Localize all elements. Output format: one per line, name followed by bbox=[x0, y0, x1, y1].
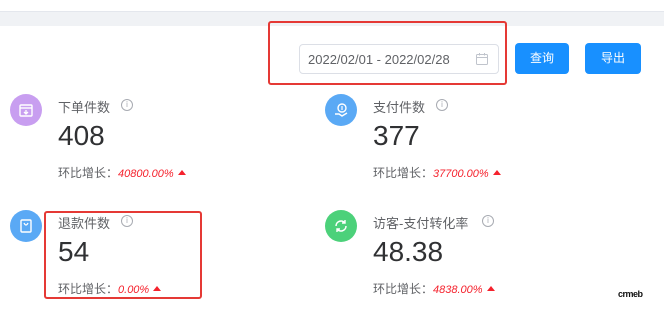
arrow-up-icon bbox=[153, 286, 162, 291]
growth-label: 环比增长： bbox=[58, 166, 119, 180]
stat-label: 退款件数 bbox=[58, 216, 111, 231]
stat-label: 访客-支付转化率 bbox=[373, 216, 469, 231]
order-box-icon bbox=[10, 94, 42, 126]
growth-value: 37700.00% bbox=[433, 168, 489, 180]
date-range-picker[interactable]: 2022/02/01 - 2022/02/28 bbox=[299, 44, 499, 74]
stat-label: 下单件数 bbox=[58, 100, 111, 115]
stat-growth: 环比增长：0.00% bbox=[58, 280, 162, 297]
calendar-icon bbox=[476, 53, 488, 65]
top-bar bbox=[0, 0, 664, 12]
stat-growth: 环比增长：4838.00% bbox=[373, 280, 495, 297]
refresh-cycle-icon bbox=[325, 210, 357, 242]
arrow-up-icon bbox=[177, 170, 186, 175]
arrow-up-icon bbox=[486, 286, 495, 291]
stat-value: 48.38 bbox=[373, 236, 444, 267]
info-icon[interactable]: i bbox=[482, 215, 494, 227]
info-icon[interactable]: i bbox=[121, 99, 133, 111]
info-icon[interactable]: i bbox=[436, 99, 448, 111]
stat-growth: 环比增长：37700.00% bbox=[373, 164, 501, 181]
date-range-text: 2022/02/01 - 2022/02/28 bbox=[308, 52, 450, 67]
growth-label: 环比增长： bbox=[373, 282, 434, 296]
refund-bag-icon bbox=[10, 210, 42, 242]
growth-value: 40800.00% bbox=[118, 168, 174, 180]
stat-value: 408 bbox=[58, 120, 105, 151]
growth-value: 4838.00% bbox=[433, 284, 483, 296]
query-button[interactable]: 查询 bbox=[515, 43, 569, 74]
growth-label: 环比增长： bbox=[58, 282, 119, 296]
growth-value: 0.00% bbox=[118, 284, 150, 296]
payment-hand-icon bbox=[325, 94, 357, 126]
stat-value: 377 bbox=[373, 120, 420, 151]
export-button[interactable]: 导出 bbox=[585, 43, 641, 74]
growth-label: 环比增长： bbox=[373, 166, 434, 180]
stat-label: 支付件数 bbox=[373, 100, 426, 115]
watermark-logo: crmeb bbox=[618, 289, 643, 299]
stat-value: 54 bbox=[58, 236, 90, 267]
info-icon[interactable]: i bbox=[121, 215, 133, 227]
arrow-up-icon bbox=[492, 170, 501, 175]
stat-growth: 环比增长：40800.00% bbox=[58, 164, 186, 181]
